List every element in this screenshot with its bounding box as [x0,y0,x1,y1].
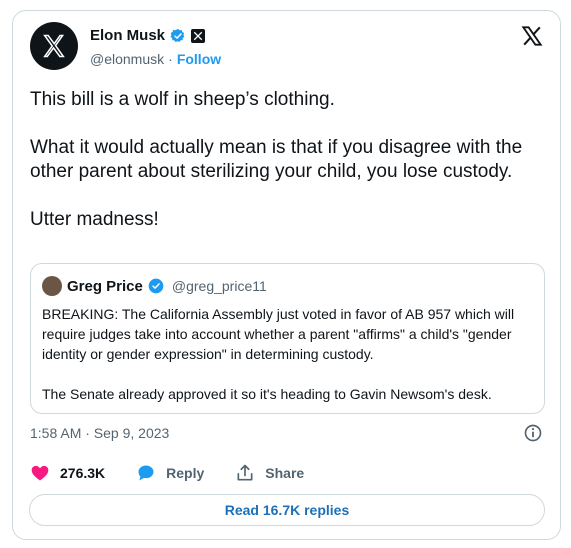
verified-badge-icon[interactable] [170,28,186,44]
quoted-author-name[interactable]: Greg Price [67,278,143,295]
share-icon [237,464,253,481]
quoted-tweet-header: Greg Price @greg_price11 [42,276,267,296]
reply-bubble-icon [138,465,154,481]
tweet-paragraph: Utter madness! [30,209,159,230]
reply-button[interactable]: Reply [136,463,204,483]
reply-label: Reply [166,465,205,481]
quoted-paragraph: BREAKING: The California Assembly just v… [42,306,515,362]
read-replies-button[interactable]: Read 16.7K replies [29,494,545,526]
quoted-author-handle[interactable]: @greg_price11 [172,278,267,294]
tweet-card: Elon Musk @elonmusk · Follow This bill i… [12,10,561,540]
x-avatar-logo-icon [43,34,65,58]
quoted-tweet[interactable]: Greg Price @greg_price11 BREAKING: The C… [30,263,545,414]
action-bar: 276.3K Reply Share [30,463,335,483]
tweet-paragraph: This bill is a wolf in sheep’s clothing. [30,89,335,110]
quoted-paragraph: The Senate already approved it so it's h… [42,386,492,402]
x-logo-icon[interactable] [521,25,543,47]
follow-button[interactable]: Follow [177,51,221,67]
tweet-text: This bill is a wolf in sheep’s clothing.… [30,88,540,256]
author-handle[interactable]: @elonmusk [90,51,164,67]
author-name-row: Elon Musk [90,27,206,44]
heart-icon [31,465,49,481]
avatar[interactable] [30,22,78,70]
x-affiliate-badge-icon[interactable] [191,28,206,43]
tweet-paragraph: What it would actually mean is that if y… [30,137,523,182]
author-name[interactable]: Elon Musk [90,27,165,44]
handle-row: @elonmusk · Follow [90,51,221,67]
separator-dot: · [168,51,173,67]
share-button[interactable]: Share [235,463,304,483]
info-icon[interactable] [523,423,543,443]
tweet-timestamp[interactable]: 1:58 AM · Sep 9, 2023 [30,425,169,441]
quoted-tweet-text: BREAKING: The California Assembly just v… [42,304,537,424]
like-count: 276.3K [60,465,106,481]
verified-badge-icon[interactable] [148,278,164,294]
like-button[interactable]: 276.3K [30,463,105,483]
share-label: Share [265,465,305,481]
quoted-avatar[interactable] [42,276,62,296]
